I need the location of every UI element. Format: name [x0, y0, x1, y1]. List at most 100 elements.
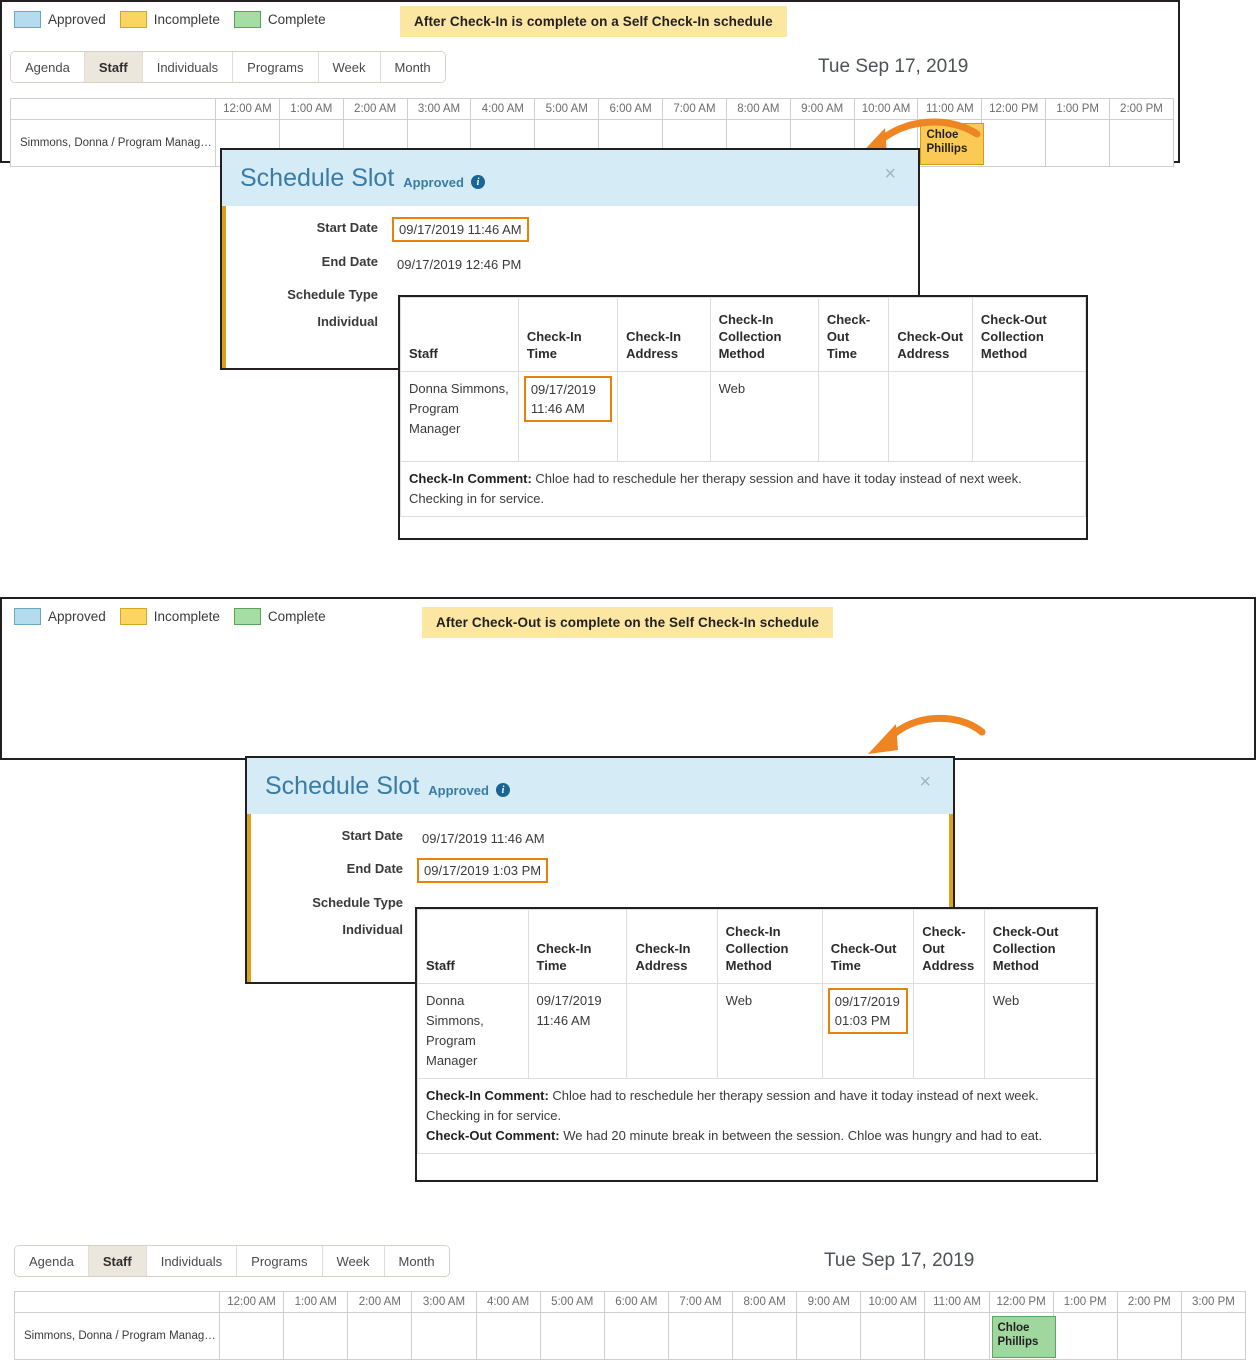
grid-slot-2[interactable] [348, 1313, 413, 1360]
col-check-in-address-top: Check-In Address [617, 297, 711, 372]
col-staff-bottom: Staff [417, 909, 529, 984]
event-name-line1: Chloe [997, 1322, 1030, 1334]
grid-slot-9[interactable] [797, 1313, 862, 1360]
check-out-comment-text-bottom: We had 20 minute break in between the se… [559, 1128, 1043, 1143]
comments-cell-bottom: Check-In Comment: Chloe had to reschedul… [417, 1078, 1096, 1154]
field-start-date-top: Start Date 09/17/2019 11:46 AM [222, 217, 918, 242]
col-check-in-time-bottom: Check-In Time [527, 909, 628, 984]
annotation-callout-top: After Check-In is complete on a Self Che… [400, 6, 787, 37]
col-check-out-collection-method-bottom: Check-Out Collection Method [983, 909, 1097, 984]
grid-hour-header-3: 3:00 AM [407, 99, 472, 120]
col-check-in-time-top: Check-In Time [517, 297, 619, 372]
tab-agenda[interactable]: Agenda [11, 52, 85, 82]
info-icon[interactable]: i [495, 783, 510, 797]
view-tabs-bottom[interactable]: Agenda Staff Individuals Programs Week M… [14, 1245, 450, 1277]
field-label-start-date-top: Start Date [316, 220, 378, 235]
legend-swatch-incomplete-icon [119, 11, 147, 28]
grid-slot-6[interactable] [604, 1313, 669, 1360]
grid-hour-header-13: 1:00 PM [1046, 99, 1111, 120]
info-icon[interactable]: i [470, 175, 485, 189]
grid-slot-12[interactable]: Chloe Phillips [989, 1313, 1056, 1360]
grid-hour-header-2: 2:00 AM [348, 1292, 413, 1313]
tab-agenda-bottom[interactable]: Agenda [15, 1246, 89, 1276]
tab-programs[interactable]: Programs [233, 52, 319, 82]
tab-programs-bottom[interactable]: Programs [237, 1246, 323, 1276]
grid-slot-4[interactable] [476, 1313, 541, 1360]
tab-individuals-bottom[interactable]: Individuals [146, 1246, 238, 1276]
col-check-in-collection-method-bottom: Check-In Collection Method [716, 909, 823, 984]
grid-hour-header-6: 6:00 AM [599, 99, 664, 120]
grid-staff-row-bottom: Simmons, Donna / Program Manag… Chloe Phi… [15, 1313, 1246, 1360]
legend-bottom: Approved Incomplete Complete [14, 608, 340, 625]
annotation-callout-bottom: After Check-Out is complete on the Self … [422, 607, 834, 638]
cell-check-in-collection-method-bottom: Web [716, 983, 823, 1079]
close-icon[interactable]: × [884, 164, 896, 184]
legend-swatch-incomplete-icon-bottom [119, 608, 147, 625]
tab-month[interactable]: Month [380, 52, 445, 82]
tab-week-bottom[interactable]: Week [322, 1246, 385, 1276]
cell-check-out-time-top [817, 371, 890, 462]
grid-hour-header-3: 3:00 AM [412, 1292, 477, 1313]
cell-check-out-time-bottom: 09/17/2019 01:03 PM [821, 983, 915, 1079]
grid-slot-11[interactable]: Chloe Phillips [918, 120, 985, 167]
grid-hour-header-13: 1:00 PM [1053, 1292, 1118, 1313]
cell-check-in-address-top [617, 371, 711, 462]
detail-table-header-row-top: Staff Check-In Time Check-In Address Che… [400, 297, 1087, 372]
grid-slot-1[interactable] [284, 1313, 349, 1360]
cell-check-out-address-top [888, 371, 973, 462]
field-label-start-date-bottom: Start Date [341, 828, 403, 843]
tab-week[interactable]: Week [318, 52, 381, 82]
dialog-header-bottom: Schedule Slot Approved i × [247, 758, 953, 814]
schedule-grid-bottom: 12:00 AM 1:00 AM 2:00 AM 3:00 AM 4:00 AM 5:00… [14, 1291, 1246, 1360]
grid-hour-header-6: 6:00 AM [604, 1292, 669, 1313]
table-row: Donna Simmons, Program Manager 09/17/201… [400, 371, 1087, 462]
grid-slot-14[interactable] [1117, 1313, 1182, 1360]
grid-slot-0[interactable] [220, 1313, 285, 1360]
grid-hour-header-11: 11:00 AM [918, 99, 983, 120]
grid-slot-12[interactable] [982, 120, 1047, 167]
dialog-title-top: Schedule Slot [240, 163, 395, 192]
cell-check-in-time-top: 09/17/2019 11:46 AM [517, 371, 619, 462]
comment-row-top: Check-In Comment: Chloe had to reschedul… [400, 461, 1086, 517]
grid-slot-8[interactable] [733, 1313, 798, 1360]
grid-slot-3[interactable] [412, 1313, 477, 1360]
check-in-comment-top: Check-In Comment: Chloe had to reschedul… [400, 461, 1086, 517]
check-in-out-detail-table-bottom: Staff Check-In Time Check-In Address Che… [415, 907, 1098, 1182]
col-check-out-collection-method-top: Check-Out Collection Method [971, 297, 1087, 372]
grid-slot-11[interactable] [925, 1313, 990, 1360]
grid-slot-13[interactable] [1053, 1313, 1118, 1360]
grid-hour-header-7: 7:00 AM [668, 1292, 733, 1313]
grid-hour-header-2: 2:00 AM [343, 99, 408, 120]
grid-hour-header-8: 8:00 AM [726, 99, 791, 120]
tab-staff[interactable]: Staff [84, 52, 143, 82]
col-check-out-time-top: Check-Out Time [817, 297, 890, 372]
grid-slot-5[interactable] [540, 1313, 605, 1360]
field-value-end-date-top: 09/17/2019 12:46 PM [397, 257, 522, 272]
dialog-status-top: Approved [403, 174, 464, 190]
legend-item-approved: Approved [14, 11, 106, 28]
tab-month-bottom[interactable]: Month [384, 1246, 449, 1276]
tab-individuals[interactable]: Individuals [142, 52, 234, 82]
cell-staff-bottom: Donna Simmons, Program Manager [417, 983, 529, 1079]
cell-check-in-collection-method-top: Web [709, 371, 819, 462]
grid-slot-13[interactable] [1046, 120, 1111, 167]
grid-slot-7[interactable] [668, 1313, 733, 1360]
grid-slot-10[interactable] [861, 1313, 926, 1360]
col-check-in-collection-method-top: Check-In Collection Method [709, 297, 819, 372]
schedule-event-chip[interactable]: Chloe Phillips [920, 123, 985, 165]
tab-staff-bottom[interactable]: Staff [88, 1246, 147, 1276]
event-name-line2: Phillips [997, 1336, 1039, 1348]
table-row: Donna Simmons, Program Manager 09/17/201… [417, 983, 1097, 1079]
grid-hour-header-7: 7:00 AM [663, 99, 727, 120]
grid-slot-14[interactable] [1110, 120, 1174, 167]
grid-hour-header-11: 11:00 AM [925, 1292, 990, 1313]
grid-slot-15[interactable] [1181, 1313, 1246, 1360]
grid-hour-header-14: 2:00 PM [1110, 99, 1174, 120]
close-icon[interactable]: × [919, 772, 931, 792]
schedule-event-chip[interactable]: Chloe Phillips [991, 1316, 1056, 1358]
field-value-start-date-top: 09/17/2019 11:46 AM [392, 217, 529, 242]
view-tabs-top[interactable]: Agenda Staff Individuals Programs Week M… [10, 51, 446, 83]
field-label-individual-top: Individual [317, 314, 378, 329]
grid-hour-header-4: 4:00 AM [471, 99, 536, 120]
dialog-title-bottom: Schedule Slot [265, 771, 420, 800]
